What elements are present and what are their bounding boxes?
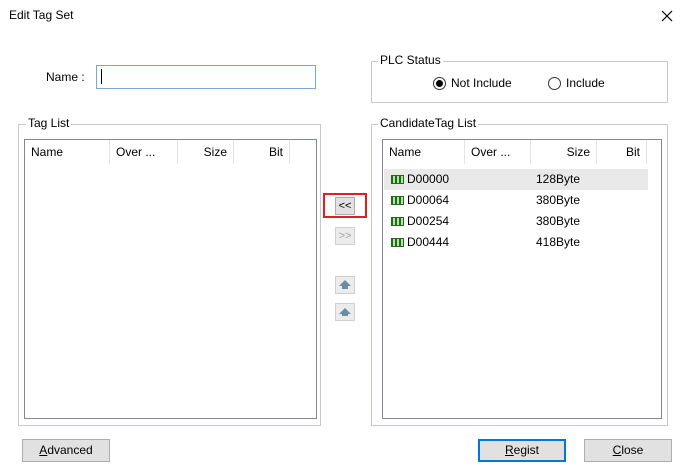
candidate-list-title: CandidateTag List <box>378 116 479 130</box>
tag-col-size[interactable]: Size <box>178 140 234 164</box>
radio-include-label[interactable]: Include <box>566 76 605 90</box>
move-up-button[interactable] <box>335 276 355 294</box>
tag-icon <box>391 238 404 247</box>
add-tag-button[interactable]: << <box>335 197 355 215</box>
radio-not-include-label[interactable]: Not Include <box>451 76 512 90</box>
move-up-icon <box>339 280 351 289</box>
remove-tag-button[interactable]: >> <box>335 227 355 245</box>
regist-button[interactable]: Regist <box>478 439 566 462</box>
cand-col-size[interactable]: Size <box>531 140 597 164</box>
tag-icon <box>391 175 404 184</box>
name-input[interactable] <box>96 65 316 89</box>
candidate-row[interactable]: D00000 128Byte <box>384 169 648 190</box>
close-label-rest: lose <box>621 443 644 457</box>
regist-mnemonic: R <box>504 443 514 457</box>
tag-col-bit[interactable]: Bit <box>234 140 290 164</box>
candidate-name: D00254 <box>407 214 450 228</box>
candidate-list-header: Name Over ... Size Bit <box>383 140 661 164</box>
radio-include[interactable] <box>548 77 561 90</box>
plc-status-title: PLC Status <box>378 53 443 67</box>
candidate-name: D00444 <box>407 235 450 249</box>
tag-list-title: Tag List <box>26 116 72 130</box>
candidate-size: 418Byte <box>536 235 581 249</box>
close-icon[interactable] <box>660 9 674 23</box>
cand-col-name[interactable]: Name <box>383 140 465 164</box>
tag-icon <box>391 196 404 205</box>
advanced-label-rest: dvanced <box>47 443 93 457</box>
name-label: Name : <box>46 70 85 84</box>
tag-list-header: Name Over ... Size Bit <box>25 140 316 164</box>
candidate-name: D00000 <box>407 172 450 186</box>
candidate-size: 380Byte <box>536 214 581 228</box>
tag-list-view[interactable]: Name Over ... Size Bit <box>24 139 317 419</box>
regist-label-rest: egist <box>513 443 540 457</box>
tag-icon <box>391 217 404 226</box>
plc-status-group <box>371 61 668 103</box>
move-down-button[interactable] <box>335 303 355 321</box>
candidate-size: 380Byte <box>536 193 581 207</box>
candidate-list-view[interactable]: Name Over ... Size Bit D00000 128Byte D0… <box>382 139 662 419</box>
candidate-row[interactable]: D00254 380Byte <box>384 211 648 232</box>
cand-col-bit[interactable]: Bit <box>597 140 647 164</box>
title-bar: Edit Tag Set <box>0 0 680 32</box>
cand-col-over[interactable]: Over ... <box>465 140 531 164</box>
candidate-row[interactable]: D00064 380Byte <box>384 190 648 211</box>
advanced-button[interactable]: Advanced <box>22 439 110 462</box>
window-title: Edit Tag Set <box>9 8 74 22</box>
candidate-size: 128Byte <box>536 172 581 186</box>
radio-not-include[interactable] <box>433 77 446 90</box>
move-down-icon <box>339 308 351 316</box>
tag-col-over[interactable]: Over ... <box>110 140 178 164</box>
close-button[interactable]: Close <box>584 439 672 462</box>
tag-col-name[interactable]: Name <box>25 140 110 164</box>
candidate-name: D00064 <box>407 193 450 207</box>
candidate-row[interactable]: D00444 418Byte <box>384 232 648 253</box>
text-caret <box>101 69 102 84</box>
